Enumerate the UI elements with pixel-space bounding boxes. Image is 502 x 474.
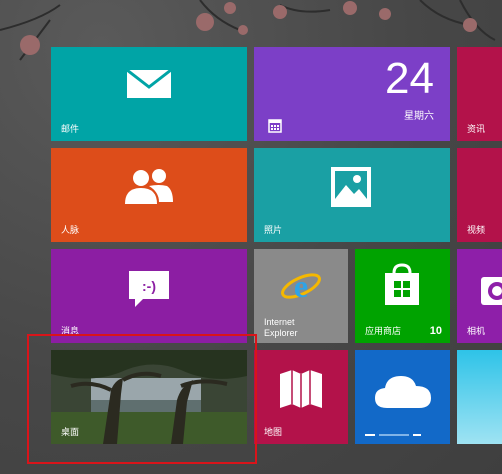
messaging-tile[interactable]: :-) 消息 (51, 249, 247, 343)
camera-tile[interactable]: 相机 (457, 249, 502, 343)
people-label: 人脉 (61, 225, 80, 235)
ie-label: Internet Explorer (264, 317, 298, 339)
maps-icon (280, 370, 322, 408)
messaging-icon: :-) (129, 271, 169, 307)
store-badge: 10 (429, 325, 442, 337)
news-label: 资讯 (467, 124, 486, 134)
cloud-icon (375, 376, 431, 408)
desktop-highlight-box (27, 334, 257, 464)
news-tile[interactable]: 资讯 (457, 47, 502, 141)
ie-label-line1: Internet (264, 317, 295, 327)
calendar-tile[interactable]: 24 星期六 (254, 47, 450, 141)
svg-text:e: e (294, 268, 308, 304)
maps-label: 地图 (264, 427, 283, 437)
store-label: 应用商店 (365, 326, 402, 336)
ie-icon: e (281, 268, 321, 304)
camera-icon (481, 277, 502, 305)
store-tile[interactable]: 应用商店 10 (355, 249, 450, 343)
store-icon (385, 263, 419, 305)
video-label: 视频 (467, 225, 486, 235)
partial-tile-right[interactable] (457, 350, 502, 444)
photos-icon (331, 167, 371, 207)
people-tile[interactable]: 人脉 (51, 148, 247, 242)
calendar-date: 24 (385, 54, 434, 103)
mail-label: 邮件 (61, 124, 80, 134)
tile-footer-bar (365, 434, 421, 436)
maps-tile[interactable]: 地图 (254, 350, 348, 444)
people-icon (125, 169, 173, 204)
calendar-icon (268, 119, 282, 133)
mail-tile[interactable]: 邮件 (51, 47, 247, 141)
ie-label-line2: Explorer (264, 328, 298, 338)
mail-icon (126, 69, 172, 98)
skydrive-tile[interactable] (355, 350, 450, 444)
ie-tile[interactable]: e Internet Explorer (254, 249, 348, 343)
svg-text::-): :-) (142, 278, 156, 294)
photos-label: 照片 (264, 225, 283, 235)
photos-tile[interactable]: 照片 (254, 148, 450, 242)
video-tile[interactable]: 视频 (457, 148, 502, 242)
camera-label: 相机 (467, 326, 486, 336)
calendar-weekday: 星期六 (404, 111, 434, 122)
